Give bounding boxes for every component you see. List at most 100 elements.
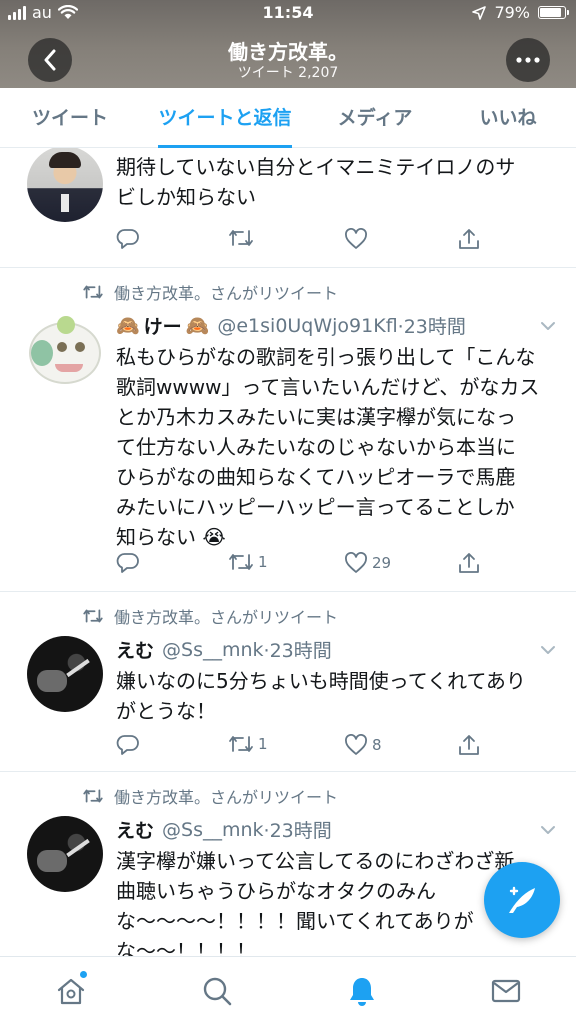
retweet-button[interactable] xyxy=(228,228,254,248)
tweet-time: ·23時間 xyxy=(263,640,332,662)
tweet-text-line: 知らない 😭 xyxy=(116,525,226,549)
battery-fill xyxy=(540,8,561,17)
compose-icon xyxy=(509,886,535,913)
like-button[interactable]: 29 xyxy=(344,552,391,574)
heart-icon xyxy=(345,734,367,755)
nav-notifications[interactable] xyxy=(346,975,378,1007)
heart-icon xyxy=(345,552,367,573)
reply-button[interactable] xyxy=(116,734,140,756)
user-handle[interactable]: @Ss__mnk xyxy=(162,819,264,841)
monkey-emoji: 🙈 xyxy=(116,315,140,337)
status-bar: au 11:54 79% xyxy=(0,0,576,26)
tweet-text: 嫌いなのに5分ちょいも時間使ってくれてあり がとうな！ xyxy=(116,666,558,726)
retweet-icon xyxy=(229,736,253,752)
tweet-header: えむ @Ss__mnk ·23時間 xyxy=(116,636,556,663)
like-button[interactable] xyxy=(344,228,368,250)
compose-button[interactable] xyxy=(484,862,560,938)
retweet-icon xyxy=(83,609,103,623)
tweet-text-line: ビしか知らない xyxy=(116,185,256,209)
share-icon xyxy=(459,735,479,755)
status-right: 79% xyxy=(472,3,569,22)
monkey-emoji: 🙈 xyxy=(185,315,210,337)
reply-icon xyxy=(116,229,139,249)
chevron-down-icon xyxy=(541,646,555,654)
tweet-menu-button[interactable] xyxy=(540,818,556,840)
share-icon xyxy=(459,229,479,249)
tweet-menu-button[interactable] xyxy=(540,314,556,336)
tweet-text-line: ひらがなの曲知らなくてハッピオーラで馬鹿 xyxy=(116,465,516,489)
tab-media[interactable]: メディア xyxy=(310,88,440,147)
bottom-nav xyxy=(0,956,576,1024)
tweet-text-line: 嫌いなのに5分ちょいも時間使ってくれてあり xyxy=(116,669,526,693)
like-count: 8 xyxy=(372,736,382,754)
tweet-text-line: とか乃木カスみたいに実は漢字欅が気になっ xyxy=(116,405,516,429)
user-handle[interactable]: @e1si0UqWjo91Kfl xyxy=(217,315,397,337)
retweet-context-label: 働き方改革。さんがリツイート xyxy=(114,608,339,627)
reply-button[interactable] xyxy=(116,228,140,250)
share-button[interactable] xyxy=(458,228,480,250)
retweet-button[interactable]: 1 xyxy=(228,734,268,754)
nav-messages[interactable] xyxy=(490,975,522,1007)
more-icon xyxy=(516,57,540,63)
tweet[interactable]: 期待していない自分とイマニミテイロノのサ ビしか知らない xyxy=(0,148,576,268)
envelope-icon xyxy=(491,979,521,1003)
tweet-text-line: 漢字欅が嫌いって公言してるのにわざわざ新 xyxy=(116,849,515,873)
user-handle[interactable]: @Ss__mnk xyxy=(162,639,264,661)
heart-icon xyxy=(345,228,367,249)
tweet-text-line: 期待していない自分とイマニミテイロノのサ xyxy=(116,155,516,179)
home-icon xyxy=(57,978,85,1005)
user-name[interactable]: けー xyxy=(144,312,182,339)
tweet[interactable]: 働き方改革。さんがリツイート えむ @Ss__mnk ·23時間 漢字欅が嫌いっ… xyxy=(0,772,576,956)
battery-icon xyxy=(538,6,569,19)
like-count: 29 xyxy=(372,554,392,572)
avatar[interactable] xyxy=(27,312,103,388)
retweet-count: 1 xyxy=(258,553,268,571)
home-notification-dot xyxy=(80,971,87,978)
tweet-text-line: て仕方ない人みたいなのじゃないから本当に xyxy=(116,435,516,459)
reply-button[interactable] xyxy=(116,552,140,574)
tweet-menu-button[interactable] xyxy=(540,638,556,660)
chevron-down-icon xyxy=(541,826,555,834)
share-button[interactable] xyxy=(458,734,480,756)
tweet-header: えむ @Ss__mnk ·23時間 xyxy=(116,816,556,843)
tweet-text-line: みたいにハッピーハッピー言ってることしか xyxy=(116,495,515,519)
nav-home[interactable] xyxy=(55,971,87,1007)
share-icon xyxy=(459,553,479,573)
tweet-text-line: がとうな！ xyxy=(116,699,216,723)
retweet-icon xyxy=(83,285,103,299)
like-button[interactable]: 8 xyxy=(344,734,382,756)
tweet-text-line: な〜〜！！！！ xyxy=(116,939,256,956)
tab-tweets[interactable]: ツイート xyxy=(0,88,140,147)
retweet-context: 働き方改革。さんがリツイート xyxy=(82,604,338,628)
avatar[interactable] xyxy=(27,636,103,712)
chevron-down-icon xyxy=(541,322,555,330)
user-name[interactable]: えむ xyxy=(116,636,154,663)
retweet-context-label: 働き方改革。さんがリツイート xyxy=(114,788,339,807)
battery-percent: 79% xyxy=(494,3,530,22)
retweet-context: 働き方改革。さんがリツイート xyxy=(82,784,338,808)
retweet-button[interactable]: 1 xyxy=(228,552,268,572)
nav-search[interactable] xyxy=(201,975,233,1007)
timeline[interactable]: 期待していない自分とイマニミテイロノのサ ビしか知らない 働き方改革。さんがリツ… xyxy=(0,148,576,956)
tab-likes[interactable]: いいね xyxy=(440,88,576,147)
tweet[interactable]: 働き方改革。さんがリツイート 🙈 けー 🙈 @e1si0UqWjo91Kfl ·… xyxy=(0,268,576,592)
tweet-text: 期待していない自分とイマニミテイロノのサ ビしか知らない xyxy=(116,152,558,212)
tab-tweets-and-replies[interactable]: ツイートと返信 xyxy=(140,88,310,148)
share-button[interactable] xyxy=(458,552,480,574)
avatar[interactable] xyxy=(27,816,103,892)
profile-tabs: ツイート ツイートと返信 メディア いいね xyxy=(0,88,576,148)
profile-name: 働き方改革。 xyxy=(228,40,348,64)
more-button[interactable] xyxy=(506,38,550,82)
retweet-icon xyxy=(229,230,253,246)
tweet-time: ·23時間 xyxy=(263,820,332,842)
avatar[interactable] xyxy=(27,148,103,222)
profile-header: au 11:54 79% 働き方改革。 ツイート 2,207 xyxy=(0,0,576,88)
location-arrow-icon xyxy=(472,5,487,20)
tweet[interactable]: 働き方改革。さんがリツイート えむ @Ss__mnk ·23時間 嫌いなのに5分… xyxy=(0,592,576,772)
user-name[interactable]: えむ xyxy=(116,816,154,843)
retweet-context: 働き方改革。さんがリツイート xyxy=(82,280,338,304)
bell-icon xyxy=(350,978,374,1006)
reply-icon xyxy=(116,735,139,755)
tweet-time: ·23時間 xyxy=(397,316,466,338)
tweet-count: ツイート 2,207 xyxy=(237,65,339,81)
